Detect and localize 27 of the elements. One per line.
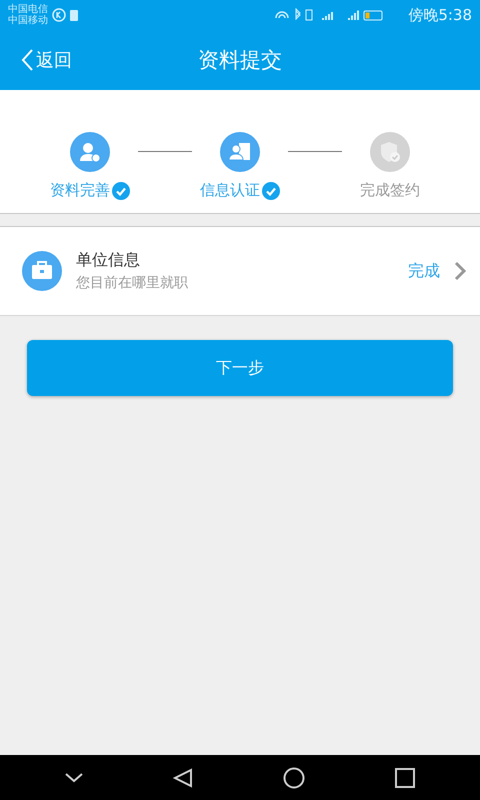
clock-time: 傍晚5:38 [408,6,472,24]
home-circle-icon[interactable] [283,766,305,788]
step-label: 信息认证 [200,181,260,200]
battery-small-icon [70,9,78,21]
status-text: 完成 [408,260,440,282]
briefcase-icon [22,251,62,291]
row-title: 单位信息 [76,250,141,271]
carrier-name: 中国移动 [8,15,48,26]
k-circle-icon [52,8,66,22]
check-icon [262,182,280,200]
chevron-down-icon[interactable] [65,772,83,782]
row-subtitle: 您目前在哪里就职 [76,274,189,292]
carrier-name: 中国电信 [8,4,48,15]
recents-square-icon[interactable] [395,768,415,788]
check-icon [112,182,130,200]
step-label: 完成签约 [360,181,420,200]
shield-check-icon [378,140,402,164]
person-check-icon [79,141,101,163]
step-label: 资料完善 [50,181,110,200]
back-button[interactable]: 返回 [0,48,72,72]
id-card-icon [228,141,252,163]
next-button[interactable]: 下一步 [27,340,453,396]
page-title: 资料提交 [198,48,282,72]
back-chevron-icon [20,48,34,72]
chevron-right-icon [454,261,466,281]
company-info-row[interactable]: 单位信息 您目前在哪里就职 完成 [0,227,480,316]
back-triangle-icon[interactable] [173,768,193,788]
